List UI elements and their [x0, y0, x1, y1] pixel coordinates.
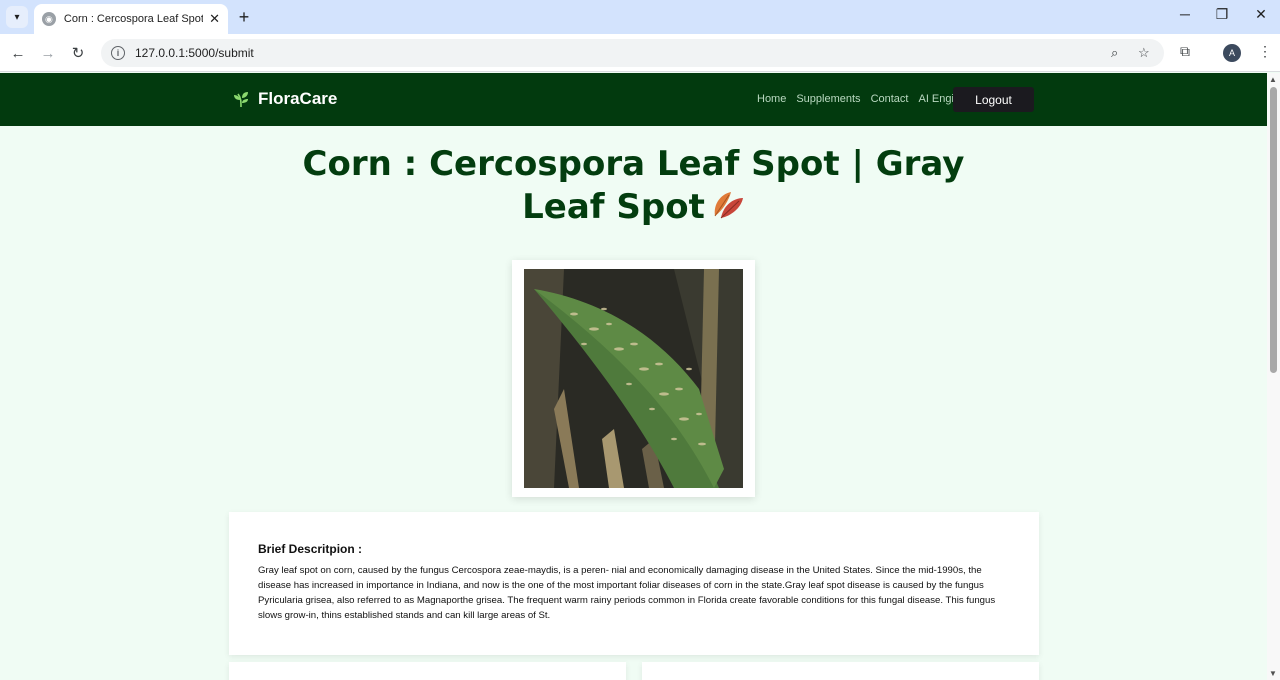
leaf-logo-icon	[234, 92, 248, 108]
description-text: Gray leaf spot on corn, caused by the fu…	[258, 565, 996, 621]
minimize-button[interactable]: ─	[1173, 6, 1197, 22]
brand-name: FloraCare	[258, 89, 338, 108]
nav-link-contact[interactable]: Contact	[871, 93, 909, 105]
reload-icon[interactable]: ↻	[67, 42, 89, 64]
extensions-icon[interactable]: ⧉	[1180, 43, 1190, 60]
tab-close-icon[interactable]: ✕	[209, 11, 220, 27]
site-navbar: FloraCare Home Supplements Contact AI En…	[0, 73, 1267, 126]
page-title: Corn : Cercospora Leaf Spot | Gray Leaf …	[300, 143, 967, 229]
disease-photo-card	[512, 260, 755, 497]
tab-list-chevron-icon[interactable]: ▾	[6, 6, 28, 28]
description-card: Brief Descritpion : Gray leaf spot on co…	[229, 512, 1039, 655]
brand[interactable]: FloraCare	[232, 89, 337, 109]
logout-button[interactable]: Logout	[953, 87, 1034, 112]
nav-link-supplements[interactable]: Supplements	[796, 93, 860, 105]
browser-toolbar: ← → ↻ i 127.0.0.1:5000/submit ⌕ ☆ ⧉ A ⋮	[0, 34, 1280, 72]
info-card-left	[229, 662, 626, 680]
scroll-thumb[interactable]	[1270, 87, 1277, 373]
page-title-text: Corn : Cercospora Leaf Spot | Gray Leaf …	[302, 144, 965, 227]
back-arrow-icon[interactable]: ←	[7, 42, 29, 64]
forward-arrow-icon[interactable]: →	[37, 42, 59, 64]
new-tab-button[interactable]: +	[234, 7, 254, 27]
description-heading: Brief Descritpion :	[258, 542, 363, 556]
address-bar[interactable]: i 127.0.0.1:5000/submit ⌕ ☆	[101, 39, 1164, 67]
bookmark-star-icon[interactable]: ☆	[1138, 45, 1150, 61]
tab-title: Corn : Cercospora Leaf Spot | G	[63, 13, 204, 25]
browser-tab-bar: ▾ ◉ Corn : Cercospora Leaf Spot | G ✕ + …	[0, 0, 1280, 34]
url-text: 127.0.0.1:5000/submit	[135, 46, 254, 60]
zoom-icon[interactable]: ⌕	[1111, 45, 1118, 61]
restore-button[interactable]: ❐	[1210, 6, 1234, 23]
nav-link-home[interactable]: Home	[757, 93, 786, 105]
browser-tab-active[interactable]: ◉ Corn : Cercospora Leaf Spot | G ✕	[34, 4, 228, 34]
corn-leaf-image	[524, 269, 743, 488]
globe-icon: ◉	[42, 12, 56, 26]
scroll-up-arrow-icon[interactable]: ▲	[1269, 75, 1277, 84]
info-card-right	[642, 662, 1039, 680]
menu-kebab-icon[interactable]: ⋮	[1258, 43, 1272, 60]
fallen-leaf-icon	[714, 192, 743, 219]
page-viewport: FloraCare Home Supplements Contact AI En…	[0, 73, 1267, 680]
profile-avatar[interactable]: A	[1223, 44, 1241, 62]
page-scrollbar[interactable]: ▲ ▼	[1267, 73, 1280, 680]
scroll-down-arrow-icon[interactable]: ▼	[1269, 669, 1277, 678]
site-info-icon[interactable]: i	[111, 46, 125, 60]
window-close-button[interactable]: ✕	[1249, 6, 1273, 23]
nav-links: Home Supplements Contact AI Engine	[757, 93, 976, 105]
